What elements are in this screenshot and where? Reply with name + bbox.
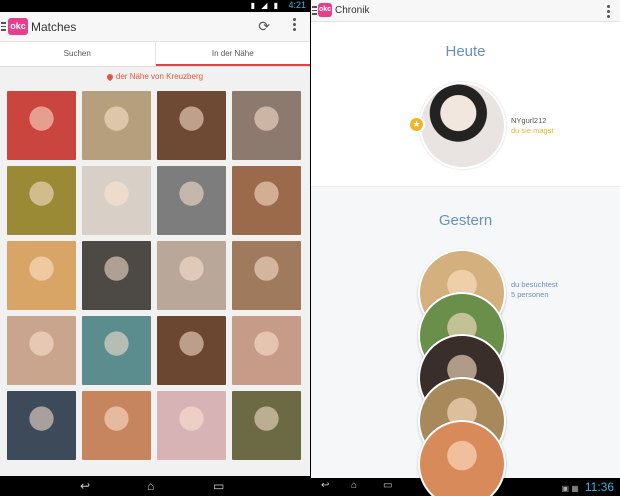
status-time: 4:21 — [288, 0, 306, 10]
match-photo[interactable] — [82, 391, 151, 460]
tab-bar: Suchen In der Nähe — [0, 42, 310, 67]
today-section: Heute ★ NYgurl212 du sie magst — [311, 22, 620, 187]
okc-logo[interactable]: okc — [8, 18, 28, 35]
hamburger-icon[interactable] — [1, 22, 6, 33]
match-photo[interactable] — [232, 391, 301, 460]
overflow-menu-icon[interactable] — [607, 5, 610, 20]
match-photo[interactable] — [82, 241, 151, 310]
visited-label: du besuchtest — [511, 280, 558, 289]
match-photo[interactable] — [7, 241, 76, 310]
location-pin-icon — [105, 72, 115, 82]
tab-in-der-naehe[interactable]: In der Nähe — [155, 42, 310, 66]
match-photo[interactable] — [7, 391, 76, 460]
match-photo[interactable] — [82, 91, 151, 160]
hamburger-icon[interactable] — [312, 6, 317, 17]
status-icons: ▮ ◢ ▮ — [250, 1, 280, 10]
notification-icons: ▣ ▦ — [561, 484, 579, 493]
back-icon[interactable]: ↩ — [321, 480, 329, 491]
tab-suchen[interactable]: Suchen — [0, 42, 156, 66]
match-photo[interactable] — [157, 316, 226, 385]
match-photo[interactable] — [82, 316, 151, 385]
refresh-icon[interactable]: ⟳ — [258, 18, 270, 35]
location-filter[interactable]: der Nähe von Kreuzberg — [0, 72, 310, 82]
status-time: 11:36 — [584, 480, 614, 494]
match-photo[interactable] — [157, 91, 226, 160]
profile-subtitle: du sie magst — [511, 126, 554, 135]
back-icon[interactable]: ↩ — [80, 479, 90, 493]
today-heading: Heute — [445, 43, 486, 60]
recent-apps-icon[interactable]: ▭ — [213, 479, 224, 493]
match-photo-grid — [7, 91, 303, 460]
recent-apps-icon[interactable]: ▭ — [383, 480, 392, 491]
home-icon[interactable]: ⌂ — [351, 480, 357, 491]
okc-logo[interactable]: okc — [318, 3, 332, 17]
status-bar: ▮ ◢ ▮ 4:21 — [0, 0, 310, 12]
yesterday-heading: Gestern — [438, 212, 493, 229]
chronik-screen: okc Chronik Heute ★ NYgurl212 du sie mag… — [311, 0, 620, 496]
match-photo[interactable] — [7, 316, 76, 385]
match-photo[interactable] — [82, 166, 151, 235]
match-photo[interactable] — [232, 316, 301, 385]
page-title: Chronik — [335, 5, 370, 16]
profile-avatar[interactable] — [419, 82, 506, 169]
action-bar: okc Matches ⟳ — [0, 12, 310, 42]
match-photo[interactable] — [157, 166, 226, 235]
match-photo[interactable] — [7, 166, 76, 235]
match-photo[interactable] — [232, 241, 301, 310]
visited-count: 5 personen — [511, 290, 549, 299]
overflow-menu-icon[interactable] — [293, 18, 296, 33]
match-photo[interactable] — [157, 241, 226, 310]
location-label: der Nähe von Kreuzberg — [115, 72, 204, 81]
yesterday-section: Gestern du besuchtest 5 personen — [311, 187, 620, 496]
action-bar: okc Chronik — [311, 0, 620, 22]
match-photo[interactable] — [232, 91, 301, 160]
match-photo[interactable] — [232, 166, 301, 235]
navigation-bar: ↩ ⌂ ▭ — [0, 476, 310, 496]
match-photo[interactable] — [7, 91, 76, 160]
home-icon[interactable]: ⌂ — [147, 479, 154, 493]
system-status: ▣ ▦ 11:36 — [562, 480, 614, 494]
page-title: Matches — [31, 20, 77, 34]
match-photo[interactable] — [157, 391, 226, 460]
matches-screen: ▮ ◢ ▮ 4:21 okc Matches ⟳ Suchen In der N… — [0, 0, 310, 496]
profile-name[interactable]: NYgurl212 — [511, 116, 546, 125]
star-icon: ★ — [408, 116, 425, 133]
